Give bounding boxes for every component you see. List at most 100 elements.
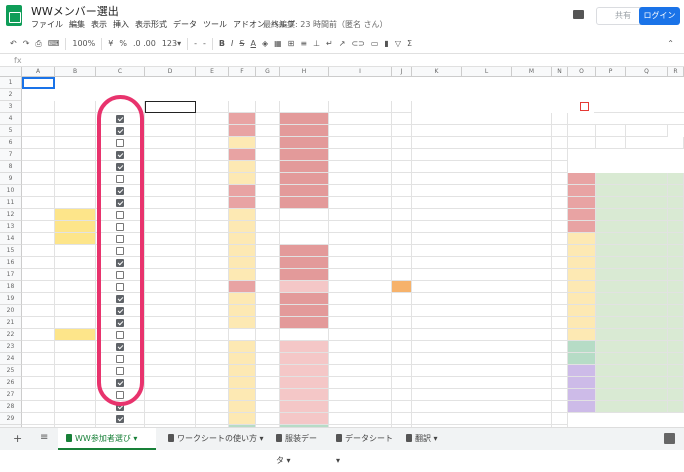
- side-level-cell[interactable]: [668, 353, 684, 365]
- member-name-cell[interactable]: [145, 245, 196, 257]
- header-name[interactable]: [145, 101, 196, 113]
- roster-order-cell[interactable]: [22, 413, 55, 425]
- era-cell[interactable]: [280, 257, 329, 269]
- document-title[interactable]: WWメンバー選出: [31, 3, 119, 19]
- note-cell[interactable]: [412, 317, 552, 329]
- level-cell[interactable]: [256, 209, 280, 221]
- side-name-cell[interactable]: [596, 401, 668, 413]
- row-header[interactable]: 15: [0, 245, 22, 257]
- data-sheet-cell[interactable]: [55, 137, 96, 149]
- team-cell[interactable]: [229, 281, 256, 293]
- neglect-cell[interactable]: [392, 365, 412, 377]
- member-name-cell[interactable]: [145, 125, 196, 137]
- zoom-select[interactable]: 100%: [72, 39, 95, 48]
- roster-order-cell[interactable]: [22, 377, 55, 389]
- link-icon[interactable]: ⊂⊃: [351, 39, 364, 48]
- era-cell[interactable]: [280, 365, 329, 377]
- neglect-cell[interactable]: [392, 269, 412, 281]
- member-name-cell[interactable]: [145, 173, 196, 185]
- formula-bar[interactable]: fx: [0, 55, 684, 67]
- group-cell[interactable]: [196, 257, 229, 269]
- spacer-cell[interactable]: [552, 389, 568, 401]
- neglect-cell[interactable]: [392, 113, 412, 125]
- roster-order-cell[interactable]: [22, 185, 55, 197]
- role-cell[interactable]: [329, 293, 392, 305]
- group-cell[interactable]: [196, 377, 229, 389]
- neglect-cell[interactable]: [392, 401, 412, 413]
- number-format-select[interactable]: 123▾: [162, 39, 181, 48]
- member-name-cell[interactable]: [145, 221, 196, 233]
- member-name-cell[interactable]: [145, 353, 196, 365]
- group-cell[interactable]: [196, 221, 229, 233]
- roster-order-cell[interactable]: [22, 161, 55, 173]
- team-cell[interactable]: [229, 245, 256, 257]
- role-cell[interactable]: [329, 221, 392, 233]
- bold-icon[interactable]: B: [219, 39, 225, 48]
- spacer-cell[interactable]: [552, 329, 568, 341]
- roster-order-cell[interactable]: [22, 401, 55, 413]
- era-cell[interactable]: [280, 377, 329, 389]
- row-header[interactable]: 23: [0, 341, 22, 353]
- column-header[interactable]: F: [229, 67, 256, 77]
- roster-order-cell[interactable]: [22, 293, 55, 305]
- side-level-cell[interactable]: [668, 401, 684, 413]
- team-cell[interactable]: [229, 353, 256, 365]
- roster-order-cell[interactable]: [22, 137, 55, 149]
- level-cell[interactable]: [256, 377, 280, 389]
- header-group[interactable]: [196, 101, 229, 113]
- menu-item[interactable]: データ: [173, 19, 197, 30]
- side-team-cell[interactable]: [568, 317, 596, 329]
- group-cell[interactable]: [196, 125, 229, 137]
- neglect-cell[interactable]: [392, 257, 412, 269]
- side-team-cell[interactable]: [568, 401, 596, 413]
- row-header[interactable]: 29: [0, 413, 22, 425]
- note-cell[interactable]: [412, 137, 552, 149]
- era-cell[interactable]: [280, 329, 329, 341]
- role-cell[interactable]: [329, 245, 392, 257]
- era-cell[interactable]: [280, 197, 329, 209]
- roster-order-cell[interactable]: [22, 269, 55, 281]
- side-name-cell[interactable]: [596, 209, 668, 221]
- medal-sort-label[interactable]: [594, 101, 684, 113]
- role-cell[interactable]: [329, 341, 392, 353]
- spacer-cell[interactable]: [552, 173, 568, 185]
- note-cell[interactable]: [412, 413, 552, 425]
- level-cell[interactable]: [256, 365, 280, 377]
- data-sheet-cell[interactable]: [55, 305, 96, 317]
- note-cell[interactable]: [412, 365, 552, 377]
- column-header[interactable]: D: [145, 67, 196, 77]
- level-cell[interactable]: [256, 173, 280, 185]
- team-cell[interactable]: [229, 329, 256, 341]
- era-cell[interactable]: [280, 305, 329, 317]
- data-sheet-cell[interactable]: [55, 113, 96, 125]
- column-header[interactable]: N: [552, 67, 568, 77]
- level-cell[interactable]: [256, 161, 280, 173]
- group-cell[interactable]: [196, 305, 229, 317]
- note-cell[interactable]: [412, 329, 552, 341]
- member-name-cell[interactable]: [145, 377, 196, 389]
- side-team-cell[interactable]: [568, 377, 596, 389]
- data-sheet-cell[interactable]: [55, 197, 96, 209]
- level-cell[interactable]: [256, 125, 280, 137]
- selected-cell[interactable]: [22, 77, 55, 89]
- team-cell[interactable]: [229, 365, 256, 377]
- neglect-cell[interactable]: [392, 149, 412, 161]
- member-name-cell[interactable]: [145, 137, 196, 149]
- member-name-cell[interactable]: [145, 209, 196, 221]
- level-cell[interactable]: [256, 221, 280, 233]
- roster-order-cell[interactable]: [22, 257, 55, 269]
- team-cell[interactable]: [229, 341, 256, 353]
- last-edit-status[interactable]: 最終編集: 23 時間前（匿名 さん）: [263, 19, 388, 30]
- column-header[interactable]: M: [512, 67, 552, 77]
- level-cell[interactable]: [256, 401, 280, 413]
- team-cell[interactable]: [229, 221, 256, 233]
- era-cell[interactable]: [280, 173, 329, 185]
- column-header[interactable]: I: [329, 67, 392, 77]
- neglect-cell[interactable]: [392, 281, 412, 293]
- redo-icon[interactable]: ↷: [23, 39, 30, 48]
- side-level-cell[interactable]: [668, 329, 684, 341]
- era-cell[interactable]: [280, 137, 329, 149]
- role-cell[interactable]: [329, 233, 392, 245]
- roster-order-cell[interactable]: [22, 173, 55, 185]
- side-name-cell[interactable]: [596, 185, 668, 197]
